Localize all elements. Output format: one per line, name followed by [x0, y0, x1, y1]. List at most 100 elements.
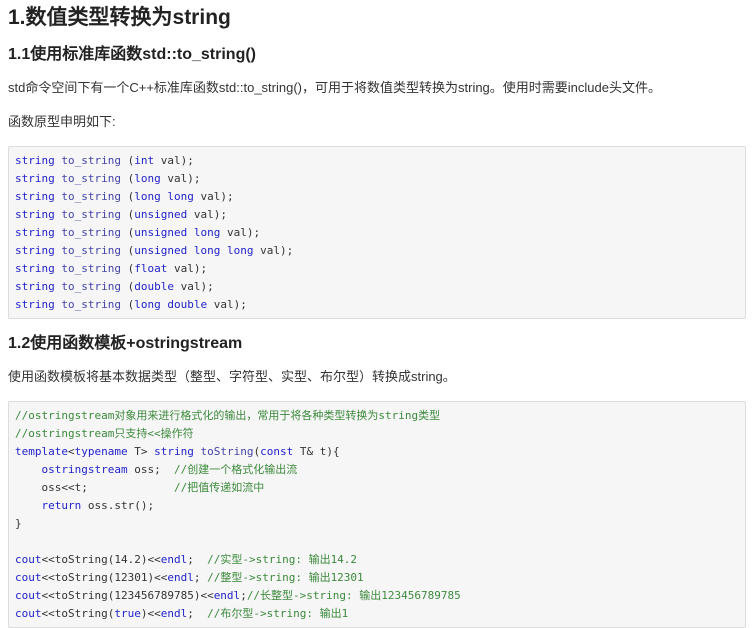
- code-token: //创建一个格式化输出流: [173, 463, 298, 476]
- section-heading-to-string: 1.1使用标准库函数std::to_string(): [8, 46, 257, 63]
- code-token: ;: [193, 571, 208, 584]
- code-token: long double: [134, 298, 208, 311]
- code-token: endl: [160, 553, 188, 566]
- code-token: val);: [167, 262, 208, 275]
- code-token: to_string: [61, 226, 121, 239]
- code-token: unsigned long: [134, 226, 221, 239]
- code-line: return oss.str();: [15, 497, 745, 515]
- code-token: ;: [187, 607, 208, 620]
- code-token: string: [15, 298, 55, 311]
- code-token: val);: [173, 280, 214, 293]
- code-line: //ostringstream对象用来进行格式化的输出，常用于将各种类型转换为s…: [15, 407, 745, 425]
- code-token: //ostringstream只支持<<操作符: [15, 427, 194, 440]
- code-token: oss;: [127, 463, 174, 476]
- code-line: template<typename T> string toString(con…: [15, 443, 745, 461]
- code-token: (: [120, 244, 135, 257]
- code-block-prototypes[interactable]: string to_string (int val); string to_str…: [8, 146, 746, 319]
- code-token: float: [134, 262, 168, 275]
- code-token: const: [260, 445, 294, 458]
- code-token: long: [134, 172, 161, 185]
- section1-description: std命令空间下有一个C++标准库函数std::to_string()，可用于将…: [8, 80, 661, 95]
- code-token: val);: [154, 154, 194, 167]
- code-line: string to_string (long long val);: [15, 188, 745, 206]
- code-token: )<<: [140, 607, 161, 620]
- code-token: true: [114, 607, 141, 620]
- code-line: cout<<toString(14.2)<<endl; //实型->string…: [15, 551, 745, 569]
- code-token: (: [120, 298, 135, 311]
- code-token: (: [120, 208, 135, 221]
- code-token: val);: [220, 226, 261, 239]
- page-title: 1.数值类型转换为string: [8, 6, 231, 29]
- code-token: unsigned: [134, 208, 188, 221]
- code-line: string to_string (unsigned long long val…: [15, 242, 745, 260]
- code-token: val);: [207, 298, 247, 311]
- code-token: T& t){: [293, 445, 340, 458]
- code-token: ;: [187, 553, 208, 566]
- code-token: cout: [15, 553, 42, 566]
- code-token: //长整型->string: 输出123456789785: [246, 589, 461, 602]
- code-token: val);: [193, 190, 234, 203]
- section2-description: 使用函数模板将基本数据类型（整型、字符型、实型、布尔型）转换成string。: [8, 369, 456, 384]
- code-token: (: [120, 226, 135, 239]
- code-token: template: [15, 445, 68, 458]
- article: 1.数值类型转换为string 1.1使用标准库函数std::to_string…: [0, 0, 746, 628]
- code-token: oss<<t;: [15, 481, 174, 494]
- code-line: cout<<toString(true)<<endl; //布尔型->strin…: [15, 605, 745, 623]
- code-token: string: [15, 226, 55, 239]
- code-token: endl: [167, 571, 194, 584]
- code-token: string: [15, 208, 55, 221]
- code-token: to_string: [61, 208, 121, 221]
- code-token: (: [120, 190, 135, 203]
- code-token: val);: [187, 208, 227, 221]
- code-token: double: [134, 280, 174, 293]
- code-token: string: [15, 244, 55, 257]
- code-token: endl: [213, 589, 241, 602]
- code-token: (: [120, 280, 135, 293]
- code-token: endl: [160, 607, 188, 620]
- code-token: to_string: [61, 154, 121, 167]
- code-line: string to_string (unsigned val);: [15, 206, 745, 224]
- code-block-template[interactable]: //ostringstream对象用来进行格式化的输出，常用于将各种类型转换为s…: [8, 401, 746, 628]
- code-line: string to_string (long double val);: [15, 296, 745, 314]
- code-token: cout: [15, 589, 42, 602]
- code-token: (: [120, 154, 135, 167]
- code-line: //ostringstream只支持<<操作符: [15, 425, 745, 443]
- code-token: (: [120, 172, 135, 185]
- code-token: ostringstream: [41, 463, 128, 476]
- code-token: to_string: [61, 244, 121, 257]
- code-token: val);: [160, 172, 201, 185]
- code-line: oss<<t; //把值传递如流中: [15, 479, 745, 497]
- code-token: string: [15, 172, 55, 185]
- code-token: //把值传递如流中: [173, 481, 265, 494]
- code-token: //整型->string: 输出12301: [207, 571, 364, 584]
- code-line: cout<<toString(12301)<<endl; //整型->strin…: [15, 569, 745, 587]
- code-token: typename: [74, 445, 128, 458]
- code-token: }: [15, 517, 22, 530]
- code-token: to_string: [61, 190, 121, 203]
- section-heading-ostringstream: 1.2使用函数模板+ostringstream: [8, 335, 243, 352]
- code-token: T>: [127, 445, 155, 458]
- code-token: string: [15, 154, 55, 167]
- code-token: <<toString(: [41, 607, 115, 620]
- code-token: <<toString(123456789785)<<: [41, 589, 214, 602]
- code-line: string to_string (double val);: [15, 278, 745, 296]
- code-token: string: [154, 445, 194, 458]
- code-token: (: [120, 262, 135, 275]
- code-token: string: [15, 280, 55, 293]
- code-line: string to_string (long val);: [15, 170, 745, 188]
- code-token: string: [15, 262, 55, 275]
- code-token: <<toString(12301)<<: [41, 571, 168, 584]
- code-token: ;: [240, 589, 247, 602]
- code-token: //实型->string: 输出14.2: [207, 553, 358, 566]
- code-token: to_string: [61, 280, 121, 293]
- code-line: string to_string (unsigned long val);: [15, 224, 745, 242]
- code-token: to_string: [61, 172, 121, 185]
- code-line: cout<<toString(123456789785)<<endl;//长整型…: [15, 587, 745, 605]
- code-line: string to_string (int val);: [15, 152, 745, 170]
- code-token: string: [15, 190, 55, 203]
- code-token: return: [41, 499, 82, 512]
- code-token: unsigned long long: [134, 244, 254, 257]
